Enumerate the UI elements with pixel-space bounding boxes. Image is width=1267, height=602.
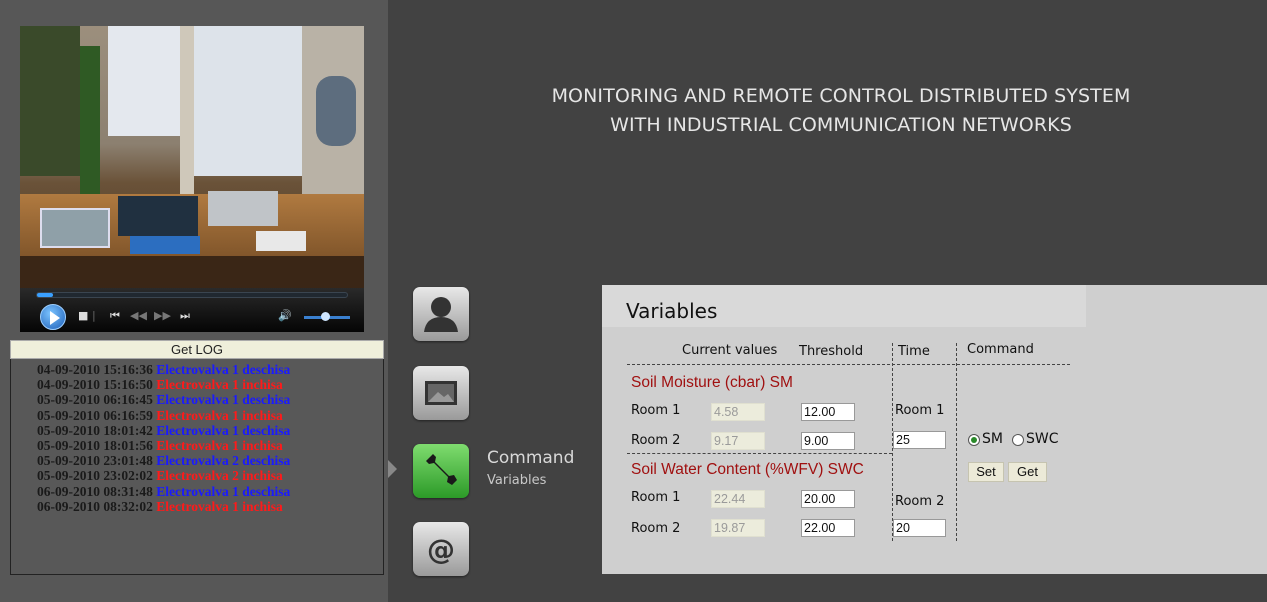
nav-user-button[interactable] [413, 287, 469, 341]
volume-knob[interactable] [320, 312, 330, 321]
user-icon [424, 297, 458, 332]
video-controls: ■ | ⏮ ◀◀ ▶▶ ⏭ 🔊 [20, 288, 364, 332]
log-entry: 06-09-2010 08:32:02 Electrovalva 1 inchi… [37, 499, 383, 514]
separator: | [92, 309, 96, 322]
sm-room2-threshold-input[interactable]: 9.00 [801, 432, 855, 450]
section-divider [627, 453, 892, 454]
video-player[interactable]: ■ | ⏮ ◀◀ ▶▶ ⏭ 🔊 [20, 26, 364, 332]
swc-room1-threshold-input[interactable]: 20.00 [801, 490, 855, 508]
nav-image-button[interactable] [413, 366, 469, 420]
swc-room1-current: 22.44 [711, 490, 765, 508]
skip-back-icon[interactable]: ⏮ [110, 309, 120, 323]
radio-swc[interactable] [1012, 434, 1024, 446]
log-entry-message: Electrovalva 1 inchisa [156, 498, 283, 514]
log-entry-message: Electrovalva 2 inchisa [156, 468, 283, 484]
log-entry-time: 06-09-2010 08:31:48 [37, 483, 153, 499]
page-title-line-2: WITH INDUSTRIAL COMMUNICATION NETWORKS [610, 114, 1072, 136]
swc-section-title: Soil Water Content (%WFV) SWC [631, 461, 864, 478]
log-entry-time: 05-09-2010 06:16:45 [37, 392, 153, 408]
log-entry-message: Electrovalva 1 deschisa [156, 392, 291, 408]
active-nav-sublabel: Variables [487, 473, 547, 488]
col-command: Command [967, 342, 1034, 357]
sm-room2-label: Room 2 [631, 433, 681, 448]
col-current-values: Current values [682, 343, 778, 358]
log-entry: 05-09-2010 18:01:56 Electrovalva 1 inchi… [37, 438, 383, 453]
log-entry: 04-09-2010 15:16:36 Electrovalva 1 desch… [37, 362, 383, 377]
radio-sm-label: SM [982, 431, 1003, 447]
log-entry: 06-09-2010 08:31:48 Electrovalva 1 desch… [37, 484, 383, 499]
rewind-icon[interactable]: ◀◀ [130, 309, 147, 323]
panel-title: Variables [626, 299, 718, 323]
log-entry-time: 04-09-2010 15:16:36 [37, 362, 153, 377]
volume-icon[interactable]: 🔊 [278, 309, 292, 323]
swc-room2-current: 19.87 [711, 519, 765, 537]
at-sign-icon: @ [427, 533, 455, 566]
log-list: 04-09-2010 15:16:36 Electrovalva 1 desch… [11, 359, 383, 514]
svg-text:@: @ [427, 533, 455, 566]
get-log-button[interactable]: Get LOG [10, 340, 384, 359]
swc-room1-label: Room 1 [631, 490, 681, 505]
radio-swc-label: SWC [1026, 431, 1059, 447]
panel-header: Variables [602, 285, 1086, 327]
log-entry-time: 05-09-2010 23:01:48 [37, 453, 153, 469]
log-entry-time: 05-09-2010 18:01:56 [37, 438, 153, 454]
log-entry-time: 05-09-2010 18:01:42 [37, 422, 153, 438]
stop-icon[interactable]: ■ [78, 309, 88, 323]
log-entry: 05-09-2010 06:16:45 Electrovalva 1 desch… [37, 392, 383, 407]
set-button[interactable]: Set [968, 462, 1004, 482]
log-entry: 05-09-2010 18:01:42 Electrovalva 1 desch… [37, 423, 383, 438]
header-divider [627, 364, 1070, 365]
time-room2-input[interactable]: 20 [893, 519, 946, 537]
main-area: MONITORING AND REMOTE CONTROL DISTRIBUTE… [388, 0, 1267, 602]
log-entry-message: Electrovalva 1 deschisa [156, 362, 291, 377]
time-room1-input[interactable]: 25 [893, 431, 946, 449]
log-entry: 05-09-2010 23:02:02 Electrovalva 2 inchi… [37, 468, 383, 483]
log-entry-message: Electrovalva 1 inchisa [156, 438, 283, 454]
play-button[interactable] [40, 304, 66, 330]
sm-room2-current: 9.17 [711, 432, 765, 450]
log-entry: 04-09-2010 15:16:50 Electrovalva 1 inchi… [37, 377, 383, 392]
log-entry-message: Electrovalva 1 inchisa [156, 377, 283, 393]
page-title: MONITORING AND REMOTE CONTROL DISTRIBUTE… [388, 82, 1267, 140]
seek-progress [37, 293, 53, 297]
left-panel: ■ | ⏮ ◀◀ ▶▶ ⏭ 🔊 Get LOG 04-09-2010 15:16… [0, 0, 388, 602]
time-room2-label: Room 2 [895, 494, 945, 509]
variables-panel: Variables Current values Threshold Time … [602, 285, 1267, 574]
sm-room1-current: 4.58 [711, 403, 765, 421]
active-nav-label: Command [487, 448, 575, 468]
time-room1-label: Room 1 [895, 403, 945, 418]
col-time: Time [898, 344, 930, 359]
radio-sm[interactable] [968, 434, 980, 446]
log-entry-time: 04-09-2010 15:16:50 [37, 377, 153, 393]
col-threshold: Threshold [799, 344, 864, 359]
seek-bar[interactable] [36, 292, 348, 298]
nav-contact-button[interactable]: @ [413, 522, 469, 576]
fast-forward-icon[interactable]: ▶▶ [154, 309, 171, 323]
log-entry: 05-09-2010 23:01:48 Electrovalva 2 desch… [37, 453, 383, 468]
log-entry: 05-09-2010 06:16:59 Electrovalva 1 inchi… [37, 408, 383, 423]
webcam-video-frame [20, 26, 364, 288]
log-entry-time: 06-09-2010 08:32:02 [37, 498, 153, 514]
swc-room2-label: Room 2 [631, 521, 681, 536]
skip-forward-icon[interactable]: ⏭ [180, 309, 190, 323]
sm-room1-label: Room 1 [631, 403, 681, 418]
image-icon [425, 381, 457, 405]
sm-section-title: Soil Moisture (cbar) SM [631, 374, 793, 391]
log-entry-message: Electrovalva 1 inchisa [156, 407, 283, 423]
log-entry-message: Electrovalva 1 deschisa [156, 483, 291, 499]
log-entry-time: 05-09-2010 06:16:59 [37, 407, 153, 423]
log-entry-message: Electrovalva 1 deschisa [156, 422, 291, 438]
column-divider-command [956, 343, 957, 541]
wrench-icon [426, 454, 457, 485]
sm-room1-threshold-input[interactable]: 12.00 [801, 403, 855, 421]
log-panel: Get LOG 04-09-2010 15:16:36 Electrovalva… [10, 340, 384, 575]
log-entry-message: Electrovalva 2 deschisa [156, 453, 291, 469]
nav-command-button[interactable] [413, 444, 469, 498]
get-button[interactable]: Get [1008, 462, 1047, 482]
log-entry-time: 05-09-2010 23:02:02 [37, 468, 153, 484]
page-title-line-1: MONITORING AND REMOTE CONTROL DISTRIBUTE… [551, 85, 1131, 107]
nav-pointer-arrow [388, 460, 397, 478]
swc-room2-threshold-input[interactable]: 22.00 [801, 519, 855, 537]
